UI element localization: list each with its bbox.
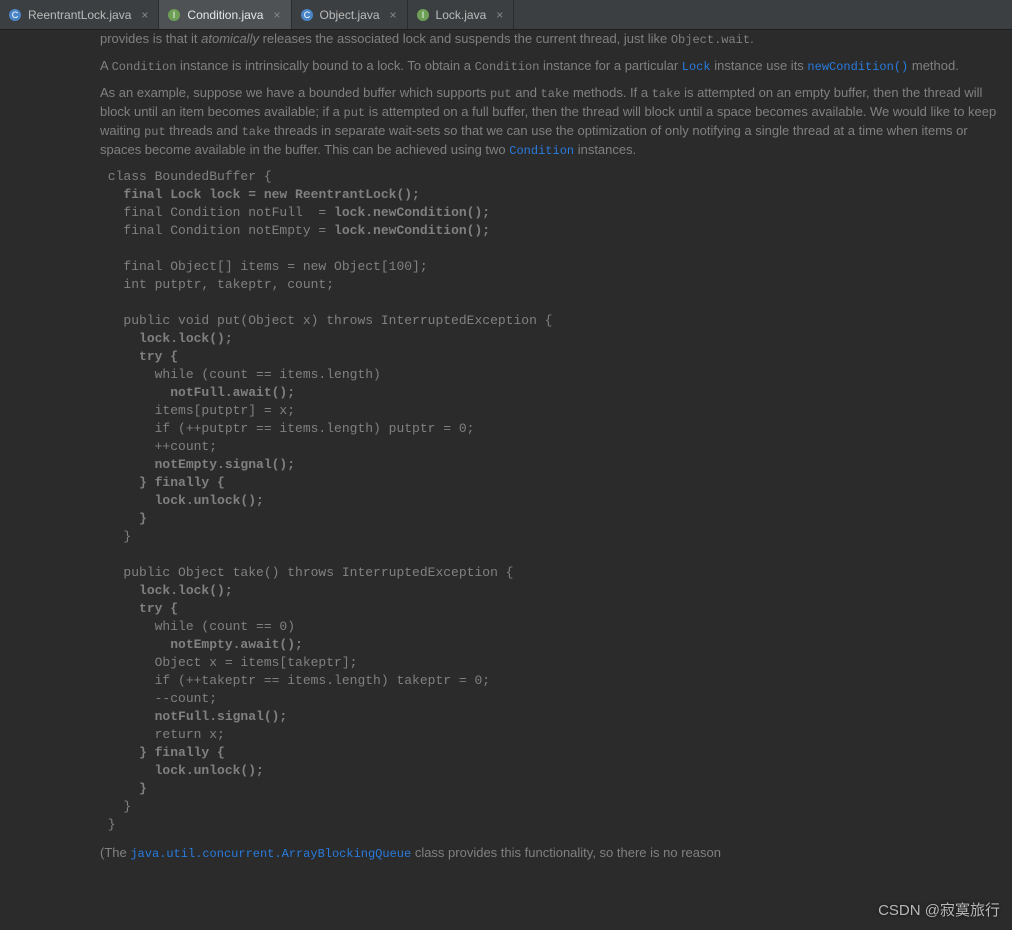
tab-reentrantlock[interactable]: C ReentrantLock.java × — [0, 0, 159, 29]
editor-viewport[interactable]: provides is that it atomically releases … — [100, 30, 1012, 930]
close-icon[interactable]: × — [141, 8, 148, 22]
link-arrayblockingqueue[interactable]: java.util.concurrent.ArrayBlockingQueue — [130, 847, 411, 861]
close-icon[interactable]: × — [496, 8, 503, 22]
link-lock[interactable]: Lock — [682, 60, 711, 74]
svg-text:C: C — [303, 10, 310, 20]
svg-text:C: C — [12, 10, 19, 20]
class-icon: C — [8, 8, 22, 22]
editor-tabbar: C ReentrantLock.java × I Condition.java … — [0, 0, 1012, 30]
tab-object[interactable]: C Object.java × — [292, 0, 408, 29]
svg-text:I: I — [173, 10, 176, 20]
link-condition[interactable]: Condition — [509, 144, 574, 158]
class-icon: C — [300, 8, 314, 22]
tab-label: ReentrantLock.java — [28, 8, 131, 22]
tab-label: Lock.java — [436, 8, 487, 22]
javadoc-text: provides is that it atomically releases … — [100, 30, 1012, 863]
code-sample: class BoundedBuffer { final Lock lock = … — [100, 168, 1000, 834]
close-icon[interactable]: × — [273, 8, 280, 22]
tab-lock[interactable]: I Lock.java × — [408, 0, 515, 29]
svg-text:I: I — [421, 10, 424, 20]
tab-label: Object.java — [320, 8, 380, 22]
close-icon[interactable]: × — [390, 8, 397, 22]
editor-gutter — [0, 30, 100, 930]
interface-icon: I — [167, 8, 181, 22]
tab-label: Condition.java — [187, 8, 263, 22]
link-newcondition[interactable]: newCondition() — [807, 60, 908, 74]
tab-condition[interactable]: I Condition.java × — [159, 0, 291, 29]
interface-icon: I — [416, 8, 430, 22]
